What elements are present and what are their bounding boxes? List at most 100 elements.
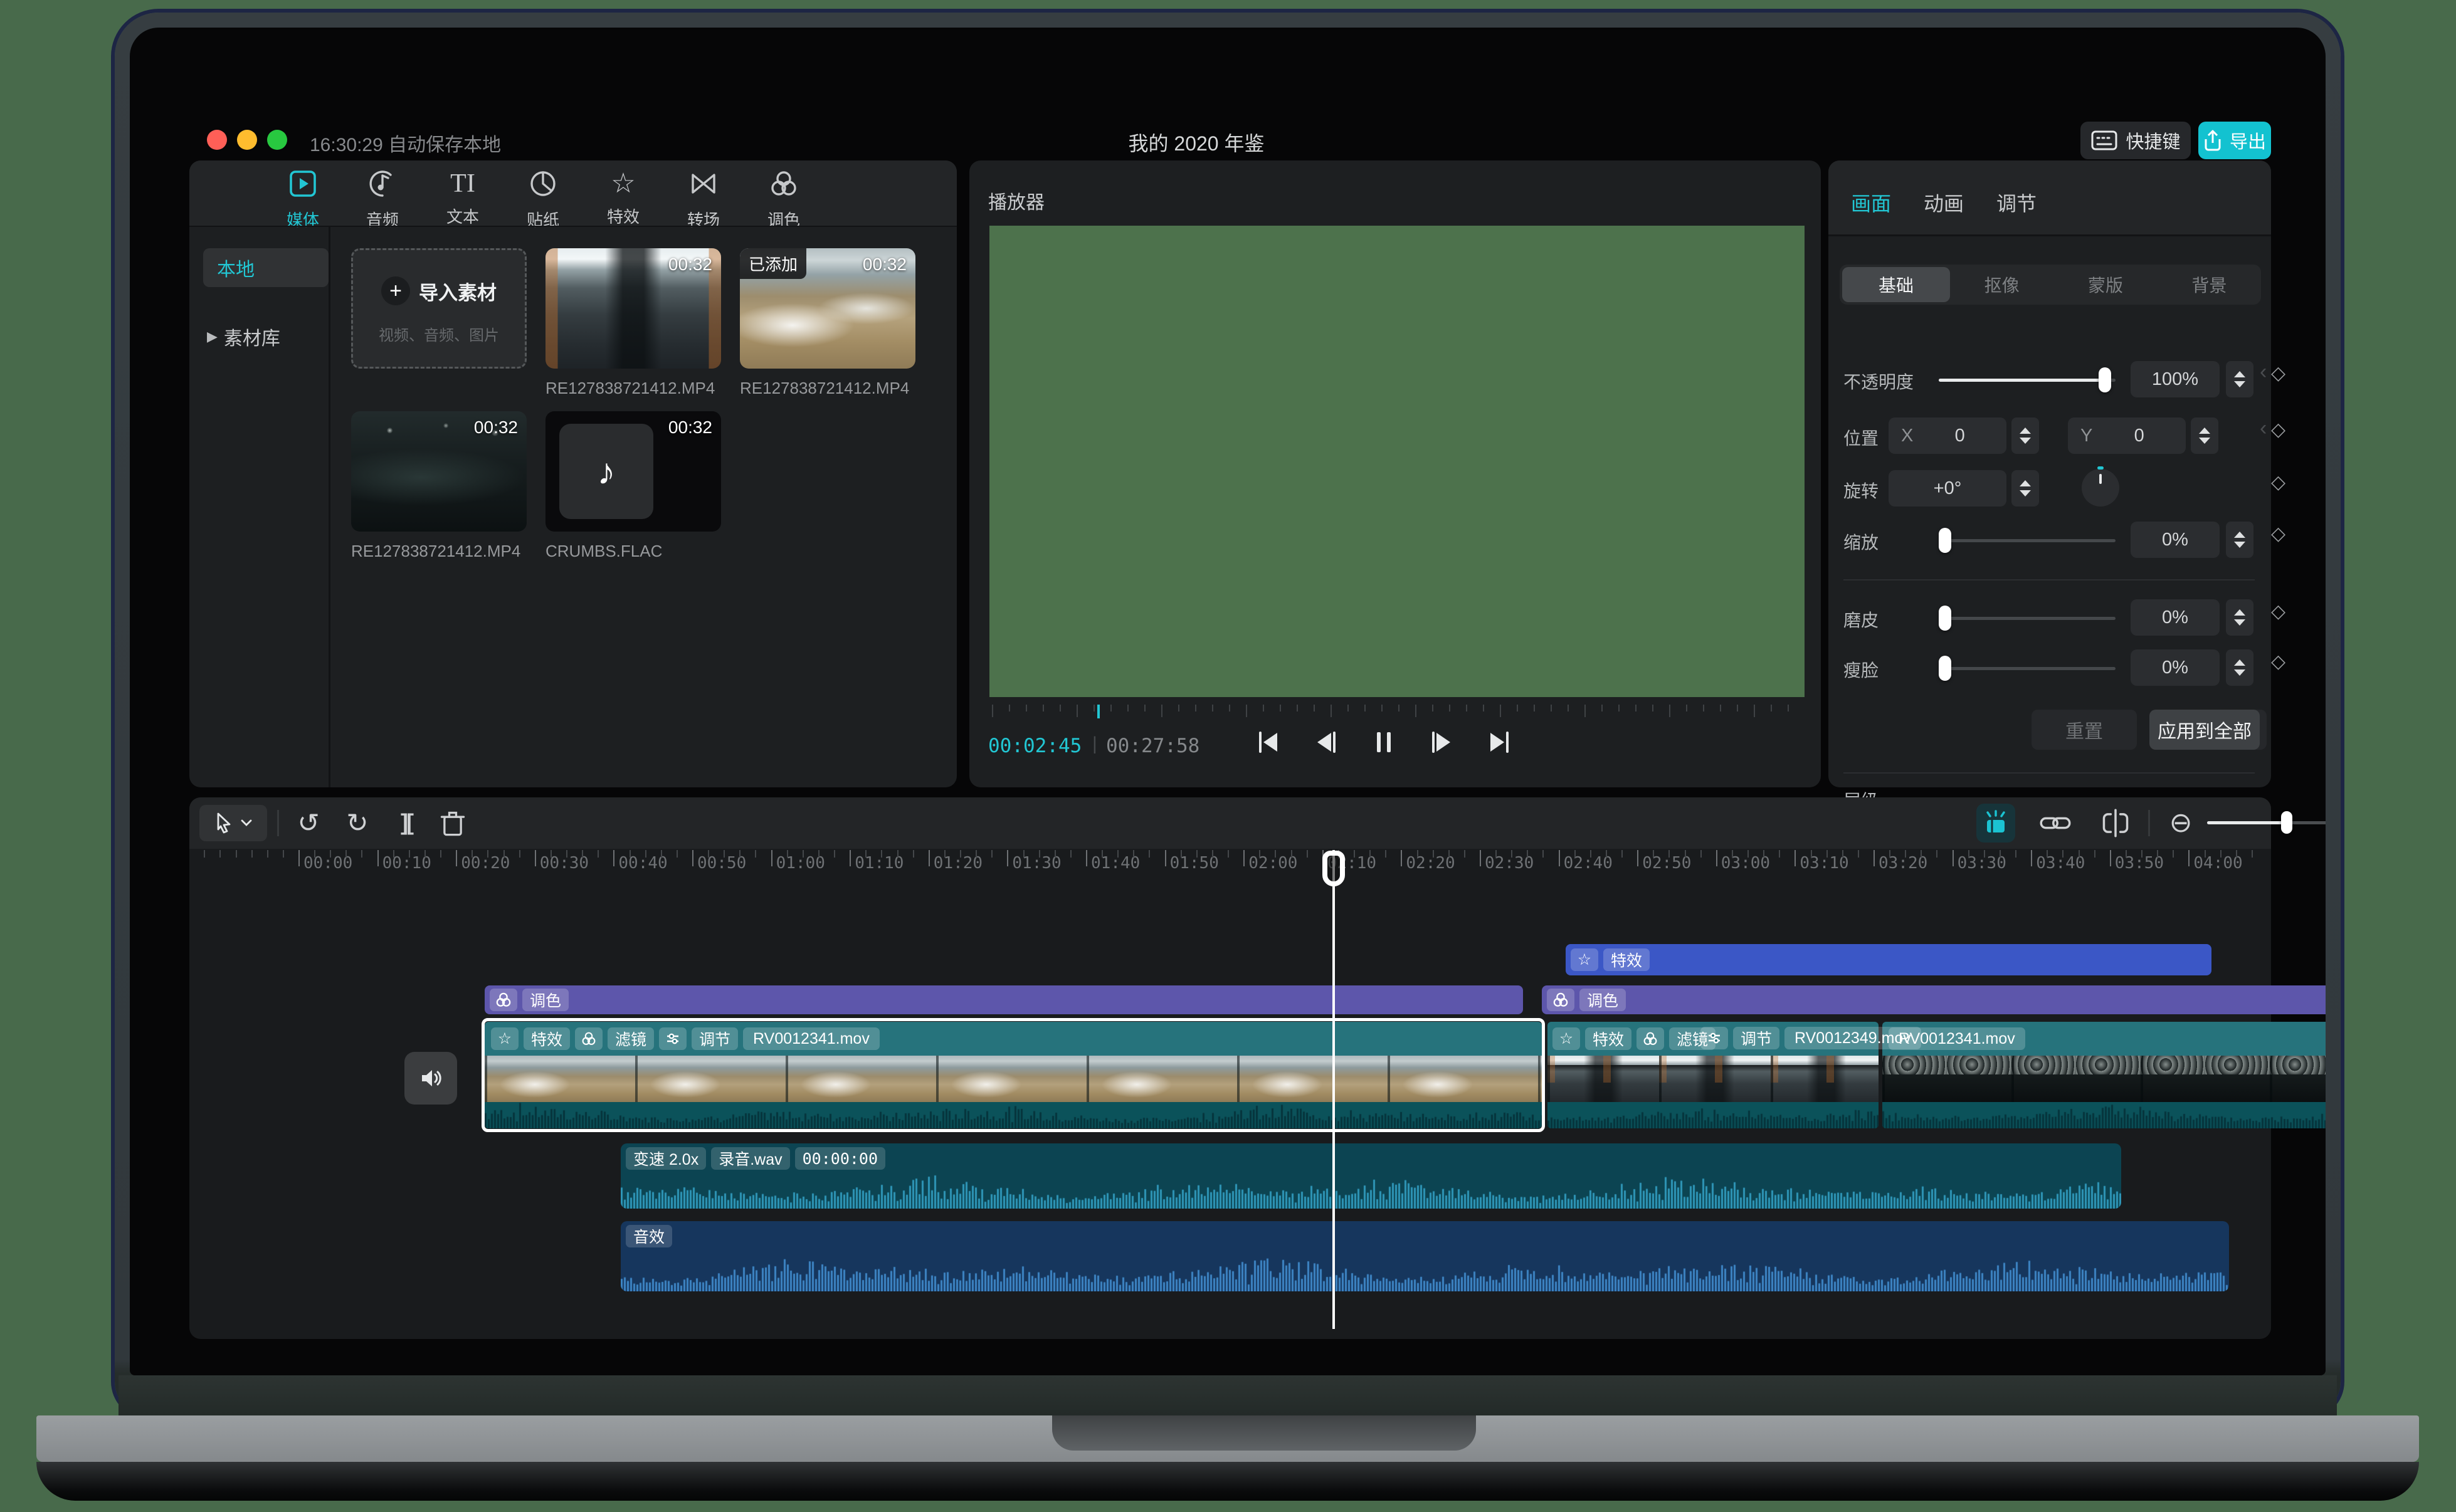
- rotation-stepper[interactable]: [2011, 470, 2039, 507]
- keyframe-icon[interactable]: ◇: [2271, 601, 2285, 622]
- track-mute-button[interactable]: [404, 1052, 457, 1105]
- smooth-stepper[interactable]: [2226, 599, 2253, 636]
- tab-adjust[interactable]: 调节: [1996, 188, 2037, 217]
- position-x-stepper[interactable]: [2011, 417, 2039, 454]
- subtab-background[interactable]: 背景: [2158, 265, 2261, 305]
- speaker-icon: [422, 1070, 441, 1086]
- subtab-keying[interactable]: 抠像: [1950, 265, 2053, 305]
- ruler-tick: [1133, 850, 1135, 858]
- frame-back-button[interactable]: [1312, 728, 1340, 756]
- scale-stepper[interactable]: [2226, 522, 2253, 558]
- ruler-tick: [1763, 850, 1765, 858]
- scale-slider[interactable]: [1939, 528, 2116, 553]
- import-material-button[interactable]: + 导入素材 视频、音频、图片: [351, 248, 527, 369]
- timecode-divider: |: [1092, 733, 1097, 754]
- position-y-stepper[interactable]: [2191, 417, 2218, 454]
- color-track-bar[interactable]: 调色: [1542, 985, 2326, 1014]
- ruler-tick: [834, 850, 836, 858]
- subtab-mask[interactable]: 蒙版: [2053, 265, 2157, 305]
- preview-axis-button[interactable]: [1976, 804, 2015, 843]
- opacity-slider[interactable]: [1939, 367, 2116, 392]
- shortcut-button[interactable]: 快捷键: [2080, 122, 2191, 159]
- ruler-tick: [2015, 850, 2017, 858]
- opacity-value[interactable]: 100%: [2131, 361, 2220, 397]
- ruler-tick: [2173, 850, 2174, 858]
- knob-tick: [2099, 474, 2102, 484]
- rotation-knob[interactable]: [2082, 466, 2119, 507]
- ruler-tick: [1983, 850, 1985, 858]
- delete-button[interactable]: [439, 809, 466, 837]
- video-clip[interactable]: ☆ 特效 滤镜 调节 RV0012341.mov: [485, 1022, 1542, 1128]
- scale-value[interactable]: 0%: [2131, 522, 2220, 558]
- clip-filmstrip: [485, 1056, 1542, 1102]
- skip-start-button[interactable]: [1255, 728, 1282, 756]
- ruler-tick: [1542, 850, 1544, 858]
- media-item-name: CRUMBS.FLAC: [545, 542, 663, 560]
- keyframe-icon[interactable]: ◇: [2271, 419, 2285, 441]
- tab-effects[interactable]: ☆ 特效: [587, 169, 660, 228]
- media-item-video[interactable]: 已添加 00:32: [740, 248, 915, 369]
- split-clip-button[interactable]: [2100, 809, 2131, 837]
- subtab-basic[interactable]: 基础: [1842, 267, 1950, 302]
- media-item-audio[interactable]: ♪ 00:32: [545, 411, 721, 532]
- sidebar-item-local[interactable]: 本地: [203, 248, 329, 287]
- media-item-video[interactable]: 00:32: [545, 248, 721, 369]
- laptop-hinge: [119, 1375, 2337, 1415]
- export-button[interactable]: 导出: [2198, 122, 2271, 159]
- ruler-tick: [1558, 850, 1560, 866]
- slim-stepper[interactable]: [2226, 649, 2253, 686]
- playhead-handle[interactable]: [1320, 850, 1347, 889]
- ruler-tick: [1306, 850, 1308, 858]
- tab-animation[interactable]: 动画: [1924, 188, 1964, 217]
- keyframe-icon[interactable]: ◇: [2271, 362, 2285, 384]
- media-item-video[interactable]: 00:32: [351, 411, 527, 532]
- window-close-button[interactable]: [207, 130, 227, 150]
- tab-sticker[interactable]: 贴纸: [507, 169, 579, 231]
- zoom-out-button[interactable]: ⊖: [2163, 802, 2198, 843]
- keyframe-icon[interactable]: ◇: [2271, 523, 2285, 545]
- frame-forward-button[interactable]: [1428, 728, 1455, 756]
- audio-clip-sfx[interactable]: 音效: [621, 1221, 2229, 1291]
- keyframe-icon[interactable]: ◇: [2271, 471, 2285, 493]
- redo-button[interactable]: ↻: [340, 804, 375, 841]
- tab-media[interactable]: 媒体: [266, 169, 339, 231]
- undo-button[interactable]: ↺: [291, 804, 326, 841]
- slim-slider[interactable]: [1939, 656, 2116, 681]
- position-y-field[interactable]: Y 0: [2068, 417, 2186, 454]
- ruler-tick: [1605, 850, 1607, 858]
- timeline-ruler[interactable]: 00:00 00:10 00:20 00:30 00:40 00:50 01:00 01:10…: [189, 850, 2271, 879]
- added-badge: 已添加: [740, 248, 807, 279]
- rotation-value[interactable]: +0°: [1889, 470, 2006, 507]
- scrubber-tick: [1652, 705, 1653, 711]
- effect-track-bar[interactable]: ☆ 特效: [1566, 944, 2211, 975]
- pause-button[interactable]: [1370, 728, 1398, 756]
- tab-audio[interactable]: 音频: [346, 169, 419, 231]
- preview-scrubber[interactable]: [989, 705, 1805, 723]
- position-x-field[interactable]: X 0: [1889, 417, 2006, 454]
- select-tool-button[interactable]: [199, 805, 267, 841]
- video-clip[interactable]: RV0012341.mov: [1882, 1022, 2326, 1128]
- opacity-stepper[interactable]: [2226, 361, 2253, 397]
- link-clips-button[interactable]: [2039, 810, 2072, 836]
- tab-text[interactable]: TI 文本: [426, 169, 499, 228]
- ruler-tick: [708, 850, 710, 858]
- timeline-zoom-slider[interactable]: [2207, 810, 2326, 835]
- divider: [189, 226, 957, 227]
- skip-end-button[interactable]: [1485, 728, 1513, 756]
- sidebar-item-library[interactable]: ▶ 素材库: [203, 317, 319, 356]
- window-minimize-button[interactable]: [237, 130, 257, 150]
- tab-transitions[interactable]: 转场: [667, 169, 740, 231]
- slim-value[interactable]: 0%: [2131, 649, 2220, 686]
- keyframe-icon[interactable]: ◇: [2271, 651, 2285, 673]
- color-track-bar[interactable]: 调色: [485, 985, 1523, 1014]
- smooth-slider[interactable]: [1939, 606, 2116, 631]
- tricircle-icon: [1547, 989, 1574, 1011]
- tab-color[interactable]: 调色: [747, 169, 820, 231]
- apply-all-button[interactable]: 应用到全部: [2149, 710, 2260, 750]
- tab-picture[interactable]: 画面: [1851, 188, 1891, 217]
- audio-clip-recording[interactable]: 变速 2.0x 录音.wav 00:00:00: [621, 1143, 2121, 1209]
- window-zoom-button[interactable]: [267, 130, 287, 150]
- playhead-line[interactable]: [1332, 850, 1335, 1329]
- smooth-value[interactable]: 0%: [2131, 599, 2220, 636]
- split-button[interactable]: ][: [389, 804, 424, 841]
